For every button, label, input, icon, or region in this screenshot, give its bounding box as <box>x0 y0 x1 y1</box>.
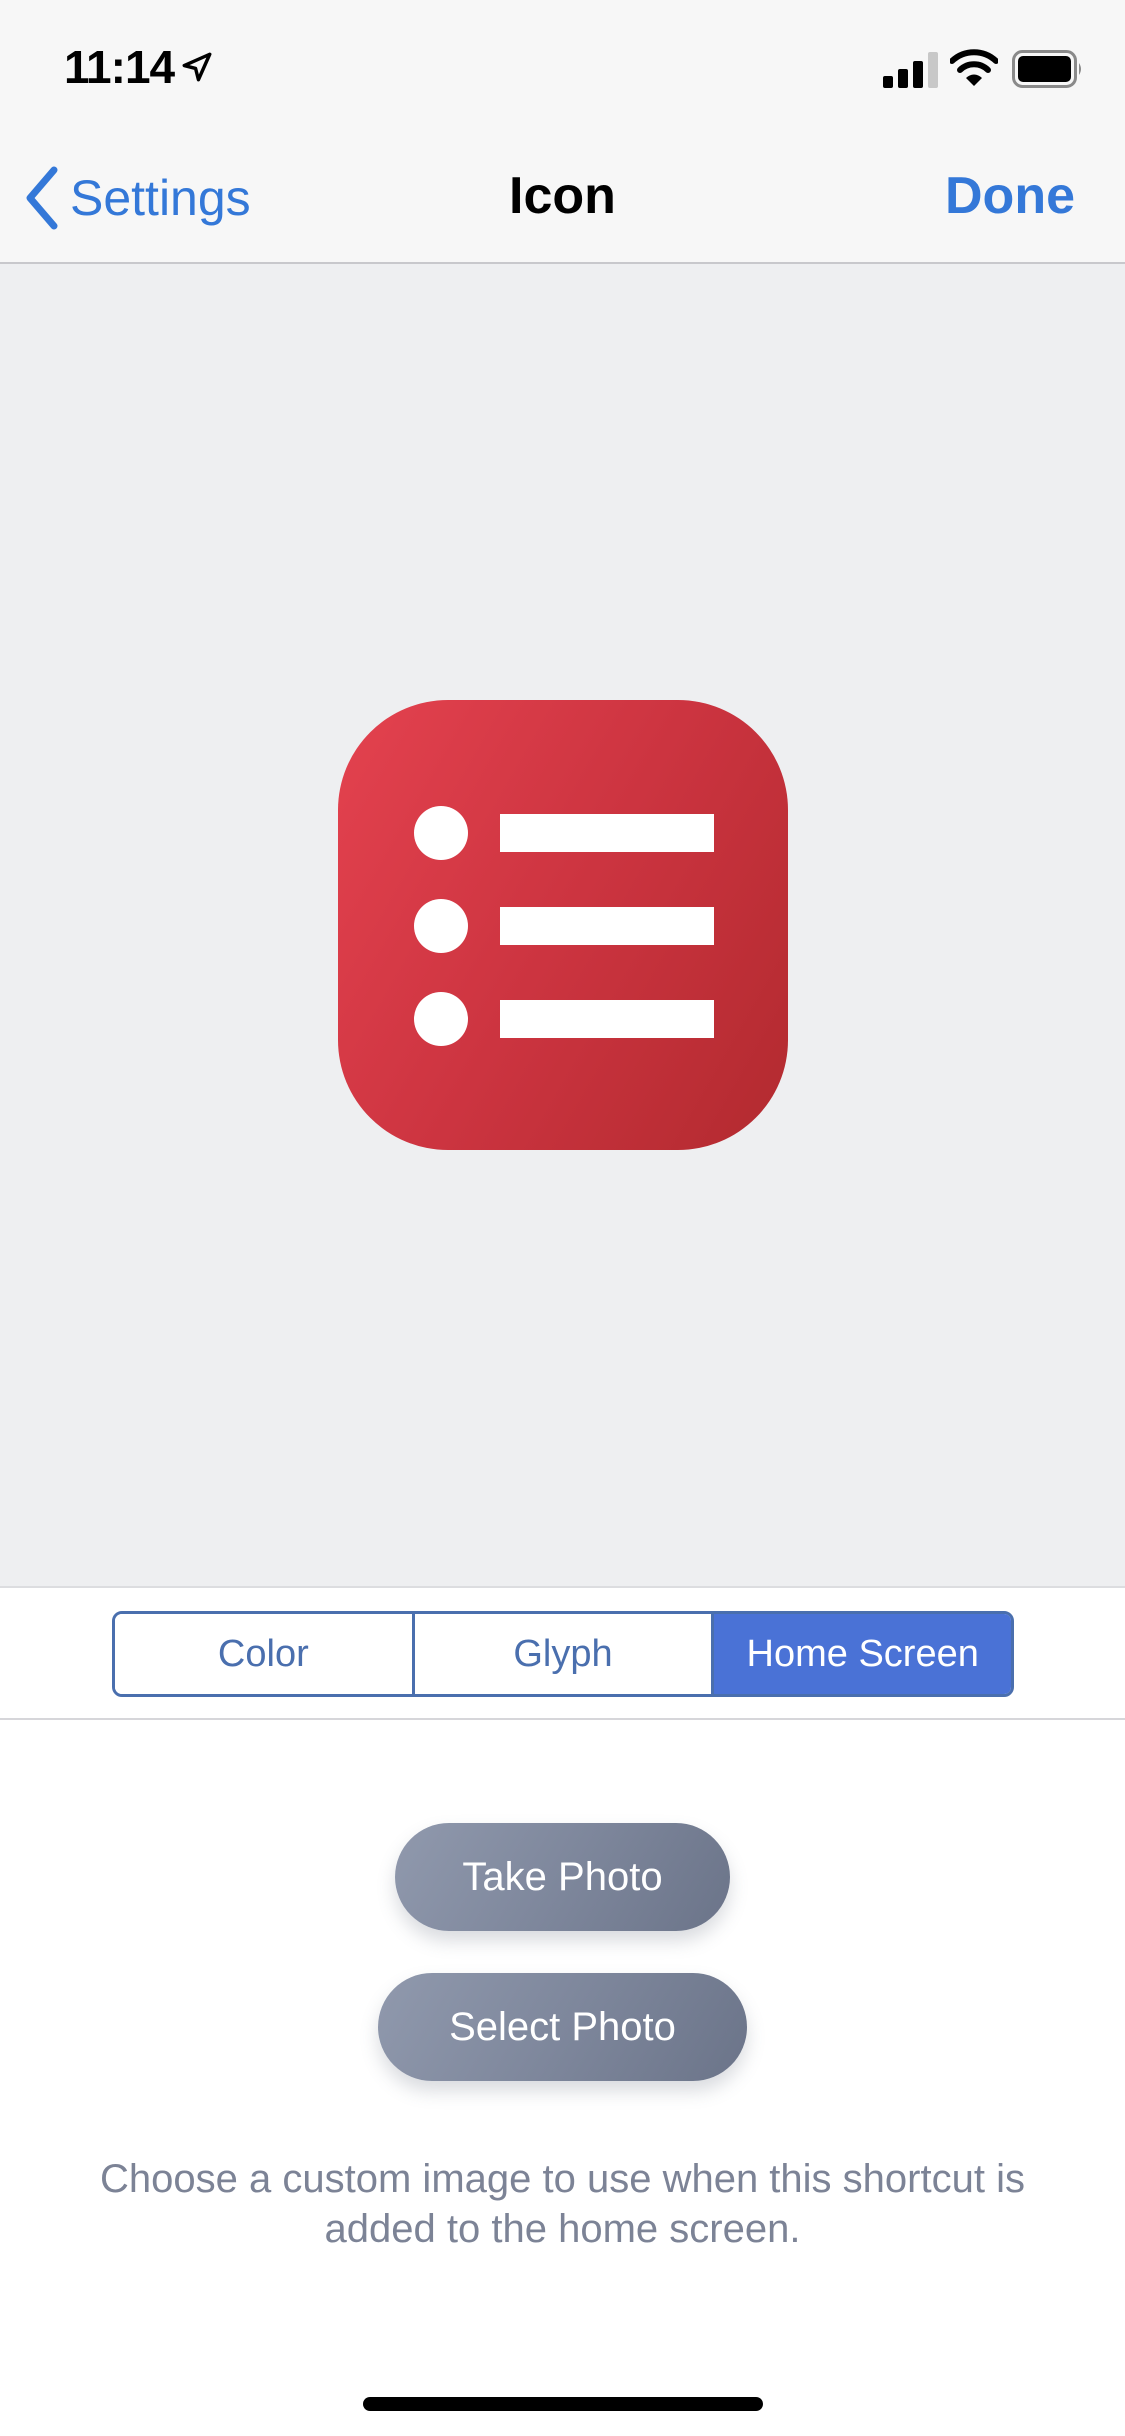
navigation-bar: Settings Icon Done <box>0 132 1125 264</box>
segment-home-screen[interactable]: Home Screen <box>711 1614 1011 1694</box>
home-indicator[interactable] <box>363 2397 763 2411</box>
done-button[interactable]: Done <box>945 166 1075 226</box>
take-photo-button[interactable]: Take Photo <box>395 1823 730 1931</box>
home-screen-panel: Take Photo Select Photo Choose a custom … <box>0 1720 1125 2436</box>
bullet-bar <box>500 907 714 945</box>
battery-icon <box>1012 50 1081 88</box>
wifi-icon <box>950 49 998 86</box>
location-arrow-icon <box>182 52 212 82</box>
segment-color[interactable]: Color <box>115 1614 412 1694</box>
segment-glyph[interactable]: Glyph <box>411 1614 712 1694</box>
back-button[interactable]: Settings <box>22 166 251 230</box>
chevron-left-icon <box>26 166 58 230</box>
bullet-bar <box>500 1000 714 1038</box>
bullet-dot <box>414 806 468 860</box>
bullet-dot <box>414 992 468 1046</box>
segment-bar: Color Glyph Home Screen <box>0 1588 1125 1720</box>
shortcut-icon-preview <box>338 700 788 1150</box>
status-bar: 11:14 <box>0 0 1125 132</box>
status-time: 11:14 <box>64 41 175 93</box>
select-photo-button[interactable]: Select Photo <box>378 1973 747 2081</box>
segmented-control: Color Glyph Home Screen <box>112 1611 1014 1697</box>
help-caption: Choose a custom image to use when this s… <box>100 2157 1025 2251</box>
bullet-bar <box>500 814 714 852</box>
back-label: Settings <box>70 170 251 226</box>
cellular-signal-icon <box>883 52 938 88</box>
bullet-dot <box>414 899 468 953</box>
icon-preview-area <box>0 264 1125 1588</box>
